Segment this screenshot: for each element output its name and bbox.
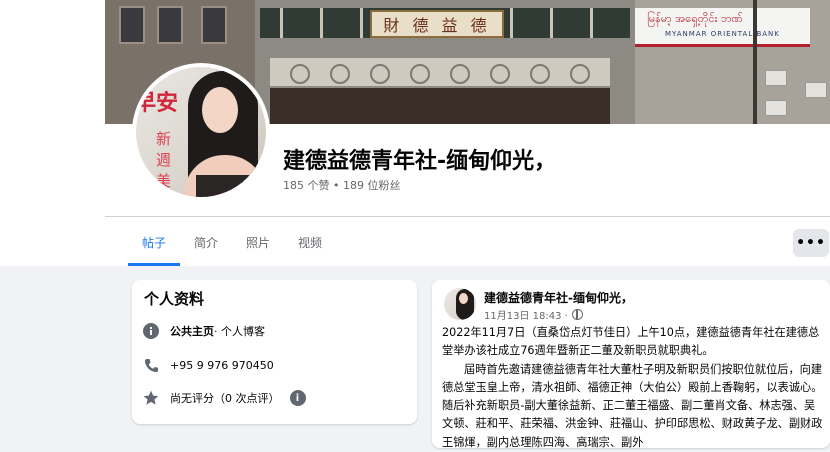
cover-ac-unit	[765, 100, 787, 116]
profile-tabs: 帖子 简介 照片 视频	[128, 226, 336, 266]
post-meta: 11月13日 18:43 ·	[484, 307, 583, 322]
cover-shop-sign: 財 德 益 德	[370, 10, 504, 38]
public-globe-icon	[571, 309, 583, 320]
intro-category-bold: 公共主页	[170, 325, 214, 338]
star-icon	[142, 389, 160, 407]
cover-bank-sign: မြန်မာ့ အရှေ့တိုင်း ဘဏ် MYANMAR ORIENTAL…	[635, 8, 810, 47]
post-timestamp[interactable]: 11月13日 18:43 ·	[484, 307, 568, 322]
intro-phone[interactable]: +95 9 976 970450	[170, 359, 274, 372]
cover-ac-unit	[805, 82, 827, 98]
more-options-button[interactable]: •••	[793, 229, 829, 257]
post-author-avatar[interactable]	[444, 288, 476, 320]
post-paragraph: 屆時首先邀请建德益德青年社大董杜子明及新职员们按职位就位后，向建德总堂玉皇上帝，…	[442, 362, 823, 449]
cover-pole	[753, 0, 757, 124]
profile-avatar[interactable]: 早安 新週美	[132, 63, 270, 201]
cover-storefront	[270, 88, 610, 124]
tab-posts[interactable]: 帖子	[128, 226, 181, 266]
cover-grille	[270, 58, 610, 86]
intro-category-rest: · 个人博客	[214, 325, 265, 338]
post-body: 2022年11月7日（直桑岱点灯节佳日）上午10点，建德益德青年社在建德总堂举办…	[442, 324, 824, 452]
page-stats[interactable]: 185 个赞 • 189 位粉丝	[283, 177, 400, 193]
phone-icon	[142, 356, 160, 374]
tab-photos[interactable]: 照片	[232, 226, 284, 258]
avatar-text-top: 早安	[136, 91, 179, 116]
intro-title: 个人资料	[144, 290, 205, 308]
cover-window	[157, 6, 183, 44]
bank-sign-burmese: မြန်မာ့ အရှေ့တိုင်း ဘဏ်	[647, 12, 743, 25]
intro-rating: 尚无评分（0 次点评）	[170, 392, 280, 405]
cover-ac-unit	[765, 70, 787, 86]
page-title: 建德益德青年社-缅甸仰光，	[283, 149, 557, 174]
bank-sign-english: MYANMAR ORIENTAL BANK	[665, 30, 780, 38]
intro-card: 个人资料 公共主页 · 个人博客 +95 9 976 970450 尚无评分（0…	[132, 280, 417, 424]
intro-rating-row: 尚无评分（0 次点评） i	[142, 389, 306, 407]
avatar-text-side: 新週美	[156, 130, 172, 190]
tab-about[interactable]: 简介	[180, 226, 232, 258]
rating-info-icon[interactable]: i	[289, 390, 306, 406]
header-divider	[105, 216, 830, 217]
cover-window	[201, 6, 227, 44]
intro-category-row: 公共主页 · 个人博客	[142, 322, 265, 340]
post-paragraph: 2022年11月7日（直桑岱点灯节佳日）上午10点，建德益德青年社在建德总堂举办…	[442, 326, 820, 358]
post-author-name[interactable]: 建德益德青年社-缅甸仰光，	[484, 289, 633, 306]
post-card: 建德益德青年社-缅甸仰光， 11月13日 18:43 · 2022年11月7日（…	[432, 280, 830, 449]
avatar-image: 早安 新週美	[136, 67, 266, 197]
tab-videos[interactable]: 视频	[284, 226, 336, 258]
cover-window	[119, 6, 145, 44]
info-icon	[142, 322, 160, 340]
intro-phone-row[interactable]: +95 9 976 970450	[142, 356, 274, 374]
